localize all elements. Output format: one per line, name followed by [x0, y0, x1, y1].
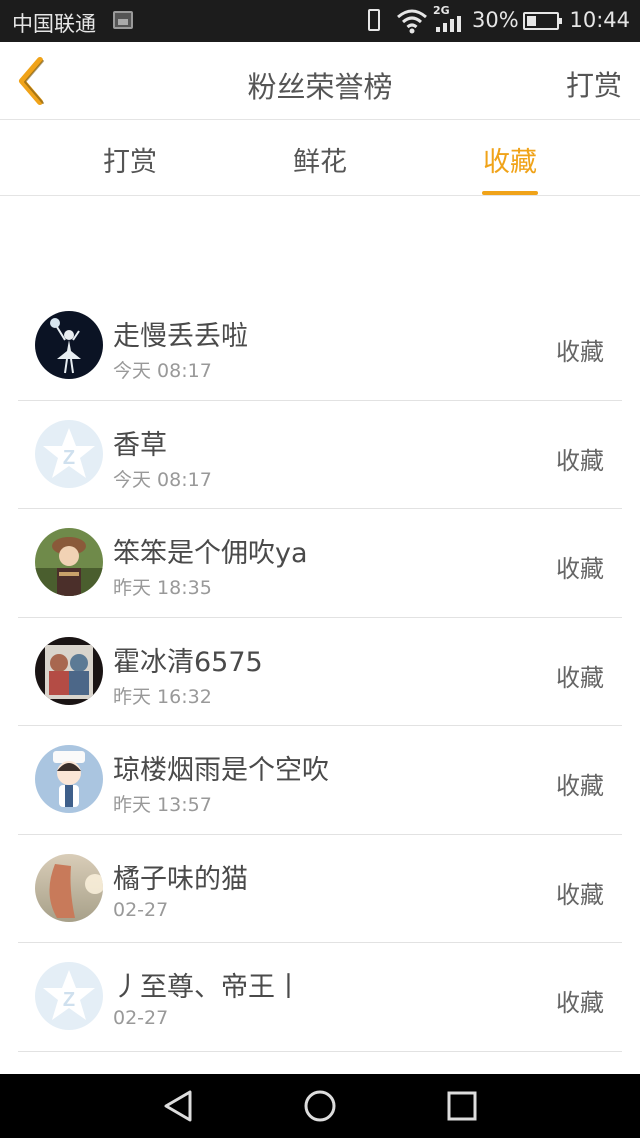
- timestamp: 昨天 13:57: [113, 794, 212, 816]
- default-star-avatar: Z: [35, 962, 103, 1030]
- svg-text:Z: Z: [63, 989, 75, 1011]
- timestamp: 02-27: [113, 898, 169, 921]
- list-item[interactable]: 橘子味的猫 02-27 收藏: [18, 835, 622, 943]
- back-triangle-icon[interactable]: [160, 1088, 196, 1124]
- tab-favorites[interactable]: 收藏: [482, 140, 538, 195]
- user-name: 笨笨是个佣吹ya: [113, 538, 308, 569]
- battery-percent: 30%: [472, 8, 519, 32]
- battery-icon: [523, 12, 562, 30]
- tab-label: 鲜花: [293, 147, 347, 178]
- tab-bar: 打赏 鲜花 收藏: [0, 120, 640, 196]
- user-name: 走慢丢丢啦: [113, 321, 248, 352]
- active-tab-indicator: [482, 191, 538, 195]
- list-item[interactable]: Z 香草 今天 08:17 收藏: [18, 401, 622, 509]
- home-circle-icon[interactable]: [302, 1088, 338, 1124]
- list-item[interactable]: Z 丿至尊、帝王丨 02-27 收藏: [18, 943, 622, 1052]
- timestamp: 今天 08:17: [113, 360, 212, 382]
- reward-button[interactable]: 打赏: [566, 64, 622, 104]
- system-navigation-bar: [0, 1074, 640, 1138]
- timestamp: 昨天 16:32: [113, 685, 212, 708]
- carrier-label: 中国联通: [12, 12, 96, 36]
- user-name: 琼楼烟雨是个空吹: [113, 755, 329, 786]
- user-name: 橘子味的猫: [113, 863, 248, 895]
- sunset-avatar: [35, 853, 103, 922]
- action-label: 收藏: [556, 989, 604, 1017]
- action-label: 收藏: [556, 446, 604, 475]
- tab-flowers[interactable]: 鲜花: [292, 140, 348, 179]
- user-name: 香草: [113, 429, 167, 461]
- action-label: 收藏: [556, 772, 604, 800]
- page-title: 粉丝荣誉榜: [247, 70, 393, 104]
- tab-label: 收藏: [483, 147, 537, 178]
- action-label: 收藏: [556, 663, 604, 692]
- action-label: 收藏: [556, 338, 604, 366]
- fan-list: 走慢丢丢啦 今天 08:17 收藏 Z 香草 今天 08:17 收藏 笨笨是个佣…: [18, 292, 622, 1052]
- wifi-icon: [397, 9, 427, 34]
- vibrate-icon: [368, 9, 380, 31]
- action-label: 收藏: [556, 880, 604, 909]
- timestamp: 今天 08:17: [113, 468, 212, 491]
- svg-text:Z: Z: [63, 447, 75, 469]
- user-name: 丿至尊、帝王丨: [113, 972, 302, 1003]
- action-label: 收藏: [556, 555, 604, 583]
- header: 粉丝荣誉榜 打赏: [0, 42, 640, 120]
- user-name: 霍冰清6575: [113, 646, 263, 678]
- tab-label: 打赏: [103, 147, 157, 178]
- recents-square-icon[interactable]: [444, 1088, 480, 1124]
- status-bar: 中国联通 2G 30% 10:44: [0, 0, 640, 42]
- default-star-avatar: Z: [35, 419, 103, 488]
- list-item[interactable]: 霍冰清6575 昨天 16:32 收藏: [18, 618, 622, 726]
- clock: 10:44: [569, 8, 630, 32]
- two-characters-avatar: [35, 636, 103, 705]
- list-item[interactable]: 笨笨是个佣吹ya 昨天 18:35 收藏: [18, 509, 622, 618]
- chibi-avatar: [35, 745, 103, 813]
- timestamp: 02-27: [113, 1007, 169, 1029]
- list-item[interactable]: 琼楼烟雨是个空吹 昨天 13:57 收藏: [18, 726, 622, 835]
- gallery-notification-icon: [113, 11, 133, 29]
- list-item[interactable]: 走慢丢丢啦 今天 08:17 收藏: [18, 292, 622, 401]
- tab-reward[interactable]: 打赏: [102, 140, 158, 179]
- timestamp: 昨天 18:35: [113, 577, 212, 599]
- character-avatar: [35, 528, 103, 596]
- signal-icon: [436, 16, 462, 32]
- dancer-avatar: [35, 311, 103, 379]
